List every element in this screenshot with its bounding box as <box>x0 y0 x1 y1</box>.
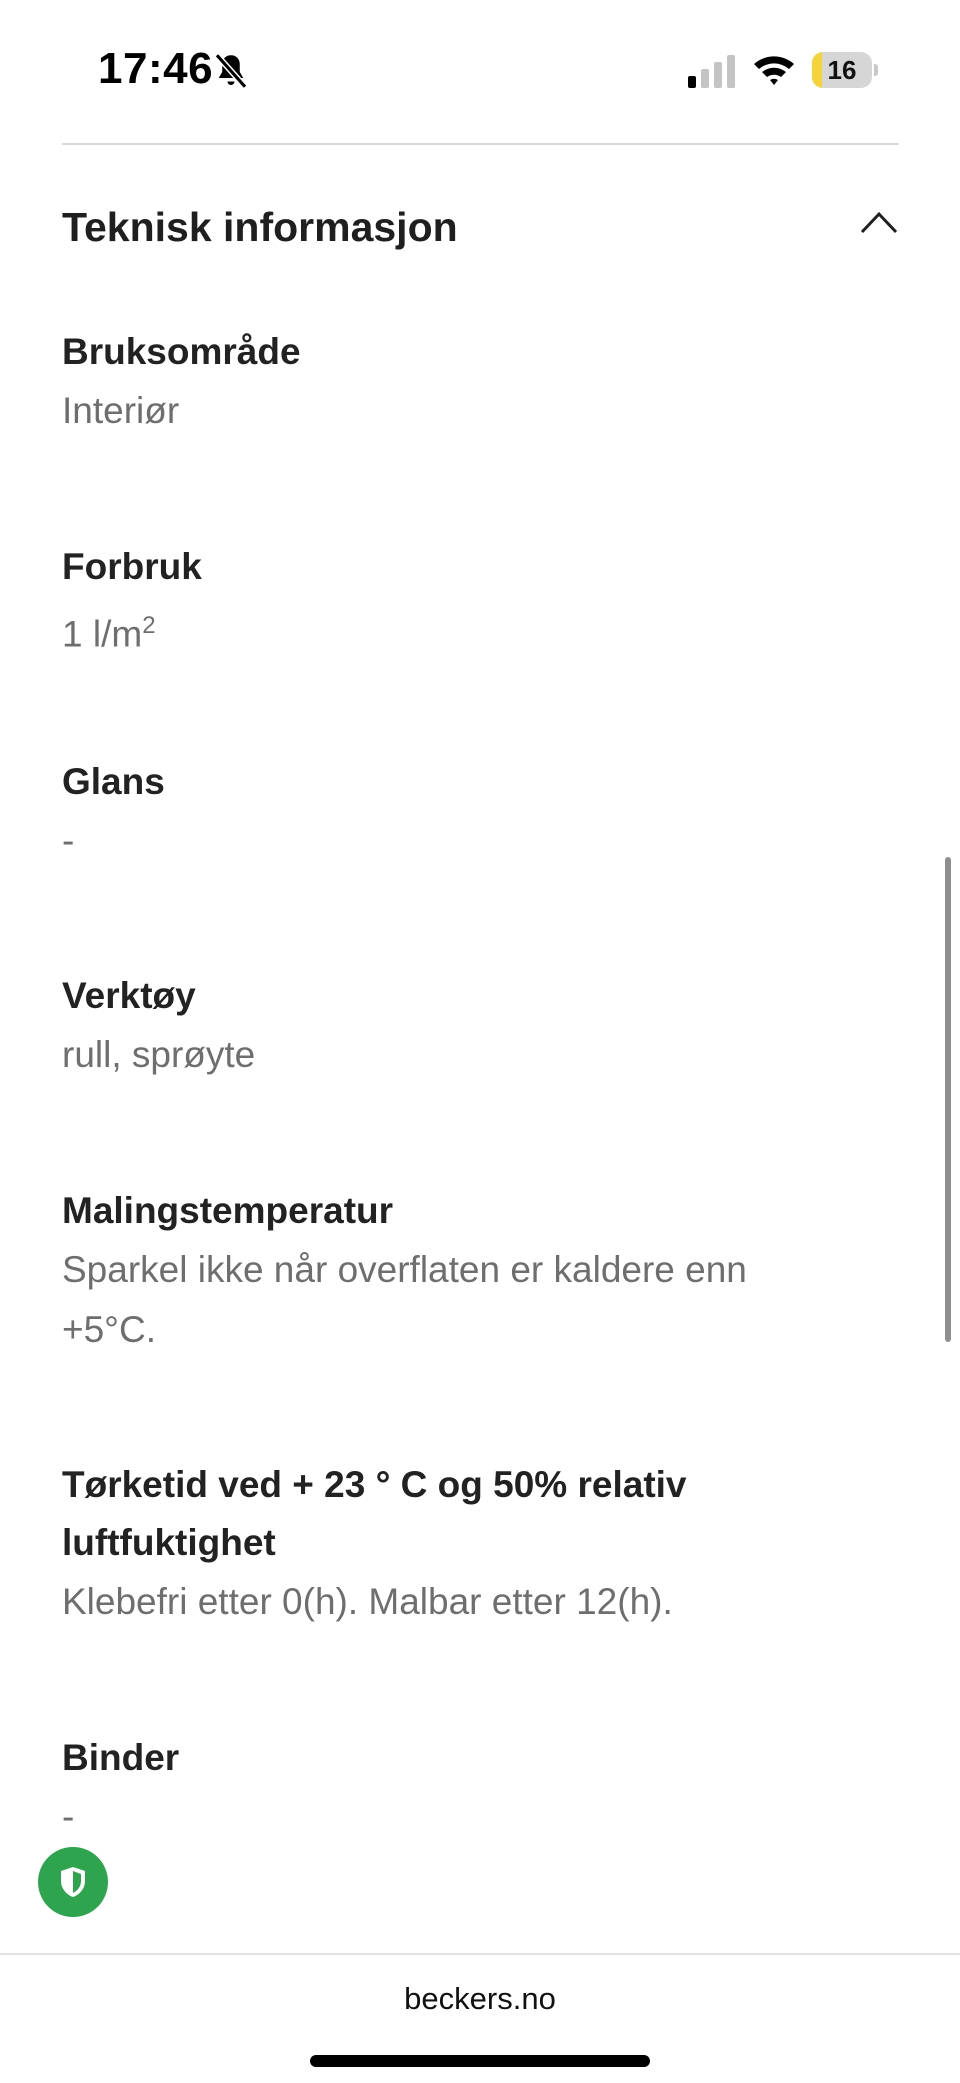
status-time: 17:46 <box>98 44 214 93</box>
spec-label: Binder <box>62 1737 180 1778</box>
chevron-up-icon[interactable] <box>859 208 899 236</box>
spec-label: Tørketid ved + 23 ° C og 50% relativ luf… <box>62 1464 687 1563</box>
spec-label: Verktøy <box>62 975 196 1016</box>
spec-item-binder: Binder - <box>62 1729 842 1847</box>
spec-item-torketid: Tørketid ved + 23 ° C og 50% relativ luf… <box>62 1456 842 1632</box>
spec-value: - <box>62 1796 75 1837</box>
technical-info-accordion-header[interactable]: Teknisk informasjon <box>62 190 899 270</box>
spec-value: Interiør <box>62 390 180 431</box>
signal-icon <box>688 55 735 88</box>
section-title: Teknisk informasjon <box>62 204 458 250</box>
spec-value: - <box>62 820 75 861</box>
spec-label: Bruksområde <box>62 331 301 372</box>
spec-label: Malingstemperatur <box>62 1190 394 1231</box>
spec-item-forbruk: Forbruk 1 l/m2 <box>62 538 842 664</box>
spec-value: Klebefri etter 0(h). Malbar etter 12(h). <box>62 1581 673 1622</box>
url-text[interactable]: beckers.no <box>0 1981 960 2017</box>
spec-label: Forbruk <box>62 546 202 587</box>
spec-value: rull, sprøyte <box>62 1034 256 1075</box>
status-bar: 17:46 16 <box>0 0 960 140</box>
spec-item-verktoy: Verktøy rull, sprøyte <box>62 967 842 1085</box>
spec-item-bruksomrade: Bruksområde Interiør <box>62 323 842 441</box>
bell-slash-icon <box>214 53 248 89</box>
battery-level: 16 <box>827 55 857 85</box>
scrollbar-thumb[interactable] <box>945 857 951 1342</box>
spec-value-text: 1 l/m <box>62 613 143 655</box>
privacy-settings-button[interactable] <box>38 1847 108 1917</box>
spec-item-malingstemperatur: Malingstemperatur Sparkel ikke når overf… <box>62 1182 842 1360</box>
spec-label: Glans <box>62 761 165 802</box>
spec-item-glans: Glans - <box>62 753 842 871</box>
spec-value-superscript: 2 <box>142 612 156 639</box>
browser-address-bar[interactable]: beckers.no <box>0 1953 960 2083</box>
shield-icon <box>61 1867 85 1897</box>
home-indicator[interactable] <box>310 2055 650 2067</box>
section-divider <box>62 143 899 145</box>
spec-value: Sparkel ikke når overflaten er kaldere e… <box>62 1249 747 1350</box>
wifi-icon <box>754 56 794 85</box>
battery-icon: 16 <box>812 52 878 88</box>
spec-value: 1 l/m2 <box>62 596 842 664</box>
